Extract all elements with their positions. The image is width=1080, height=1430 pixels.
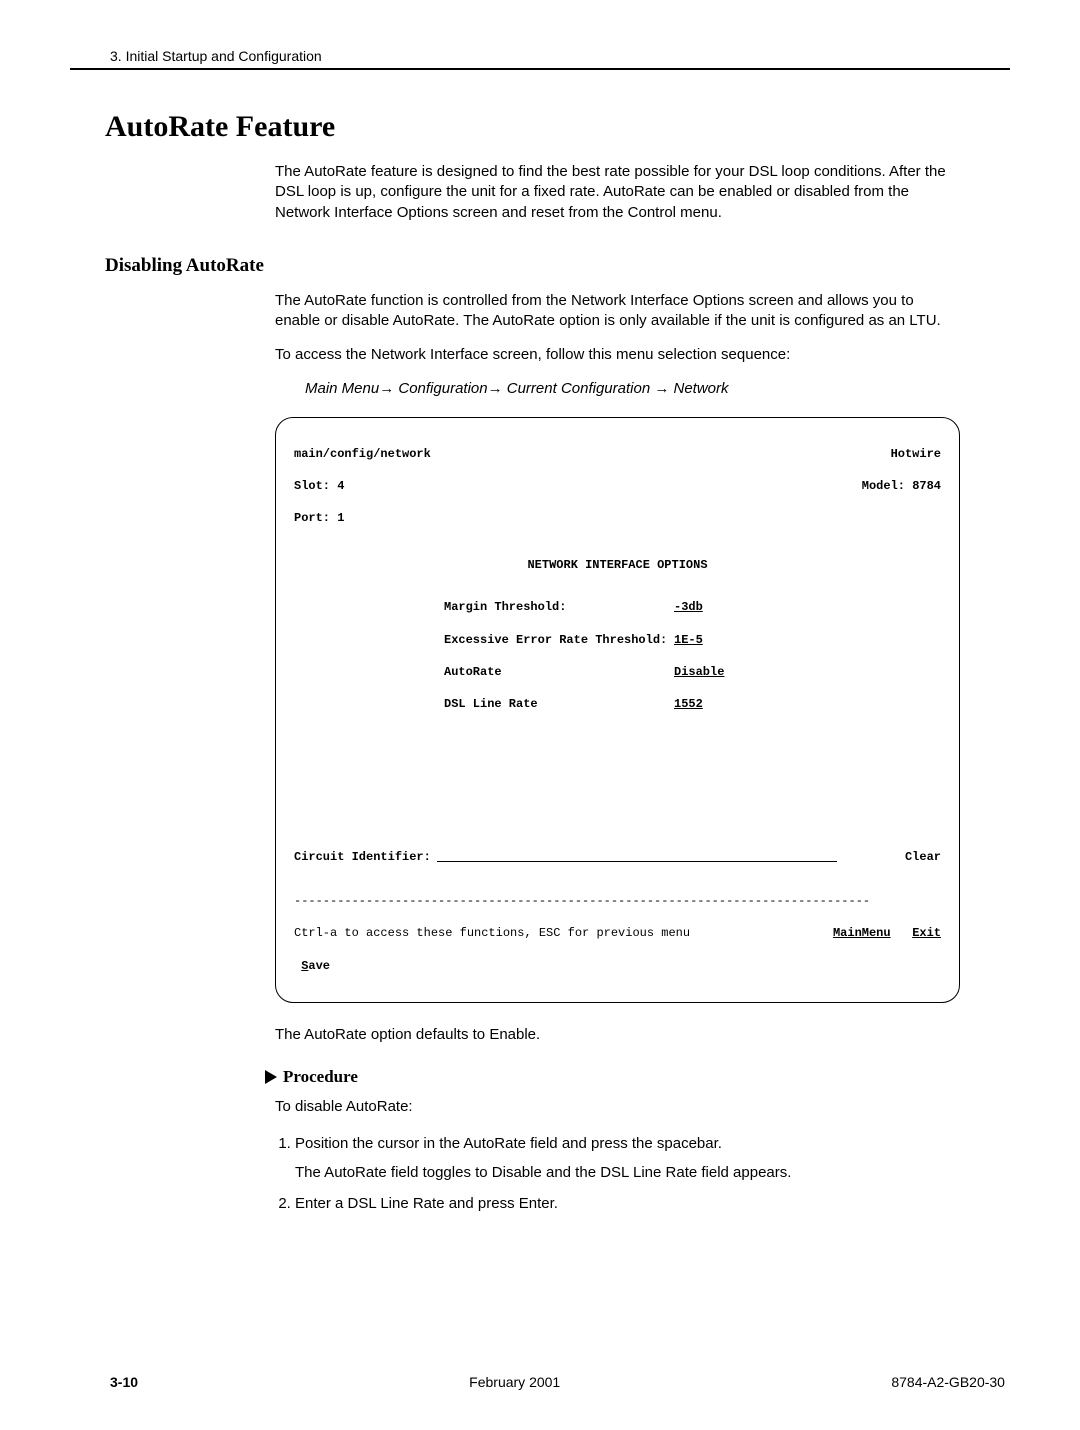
term-dashes: ----------------------------------------… bbox=[294, 893, 941, 909]
sub-heading: Disabling AutoRate bbox=[105, 255, 1010, 277]
procedure-label: Procedure bbox=[283, 1067, 358, 1087]
term-path: main/config/network bbox=[294, 446, 431, 462]
main-heading: AutoRate Feature bbox=[105, 110, 1010, 144]
term-model: Model: 8784 bbox=[862, 478, 941, 494]
term-slot: Slot: 4 bbox=[294, 478, 344, 494]
paragraph-2: To access the Network Interface screen, … bbox=[275, 345, 960, 365]
opt-value-2: Disable bbox=[674, 664, 724, 680]
term-title: NETWORK INTERFACE OPTIONS bbox=[294, 557, 941, 573]
opt-label-3: DSL Line Rate bbox=[294, 696, 674, 712]
step-1: Position the cursor in the AutoRate fiel… bbox=[295, 1133, 960, 1183]
step-1-sub: The AutoRate field toggles to Disable an… bbox=[295, 1162, 960, 1183]
running-header: 3. Initial Startup and Configuration bbox=[70, 48, 1010, 64]
opt-value-0: -3db bbox=[674, 599, 703, 615]
term-ctrl-text: Ctrl-a to access these functions, ESC fo… bbox=[294, 925, 833, 941]
term-clear: Clear bbox=[905, 849, 941, 865]
paragraph-1: The AutoRate function is controlled from… bbox=[275, 291, 960, 332]
term-port: Port: 1 bbox=[294, 510, 941, 526]
procedure-heading-row: Procedure bbox=[265, 1067, 1010, 1087]
opt-label-0: Margin Threshold: bbox=[294, 599, 674, 615]
header-rule bbox=[70, 68, 1010, 70]
footer-date: February 2001 bbox=[469, 1374, 560, 1390]
footer-doc-id: 8784-A2-GB20-30 bbox=[891, 1374, 1005, 1390]
terminal-screen: main/config/network Hotwire Slot: 4 Model:… bbox=[275, 417, 960, 1004]
term-save-rest: ave bbox=[308, 959, 330, 973]
circuit-input-line bbox=[437, 849, 837, 862]
opt-value-3: 1552 bbox=[674, 696, 703, 712]
circuit-label: Circuit Identifier: bbox=[294, 849, 431, 865]
procedure-intro: To disable AutoRate: bbox=[275, 1097, 960, 1117]
footer-page-number: 3-10 bbox=[110, 1374, 138, 1390]
opt-label-1: Excessive Error Rate Threshold: bbox=[294, 632, 674, 648]
opt-value-1: 1E-5 bbox=[674, 632, 703, 648]
intro-paragraph: The AutoRate feature is designed to find… bbox=[275, 162, 960, 223]
term-brand: Hotwire bbox=[891, 446, 941, 462]
term-mainmenu: MainMenu bbox=[833, 926, 891, 940]
opt-label-2: AutoRate bbox=[294, 664, 674, 680]
procedure-list: Position the cursor in the AutoRate fiel… bbox=[275, 1133, 960, 1214]
procedure-arrow-icon bbox=[265, 1070, 277, 1084]
step-1-text: Position the cursor in the AutoRate fiel… bbox=[295, 1135, 722, 1152]
term-exit: Exit bbox=[912, 926, 941, 940]
step-2: Enter a DSL Line Rate and press Enter. bbox=[295, 1193, 960, 1214]
page-footer: 3-10 February 2001 8784-A2-GB20-30 bbox=[70, 1374, 1010, 1390]
after-terminal-text: The AutoRate option defaults to Enable. bbox=[275, 1025, 960, 1045]
menu-path: Main Menu→ Configuration→ Current Config… bbox=[305, 380, 960, 397]
